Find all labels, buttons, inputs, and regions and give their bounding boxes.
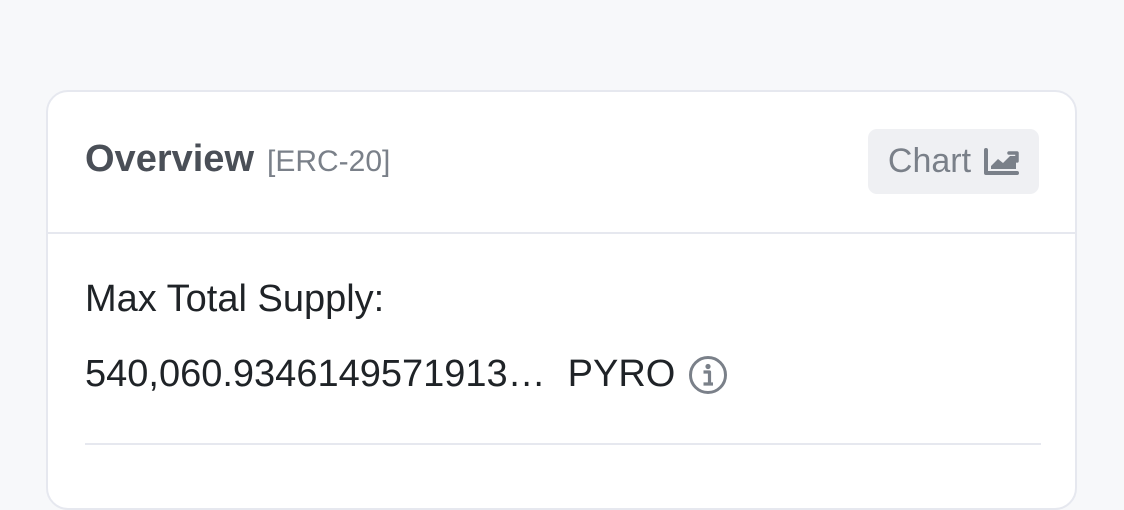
area-chart-icon	[984, 147, 1020, 175]
info-circle-icon[interactable]	[688, 355, 728, 395]
section-divider	[85, 443, 1041, 445]
overview-title: Overview	[85, 138, 254, 180]
card-header: Overview [ERC-20] Chart	[48, 92, 1075, 234]
max-total-supply-row: 540,060.9346149571913… PYRO	[85, 353, 728, 396]
token-standard-label: [ERC-20]	[267, 145, 391, 178]
chart-button-label: Chart	[887, 142, 972, 180]
token-symbol: PYRO	[567, 353, 676, 395]
card-title: Overview [ERC-20]	[85, 138, 390, 181]
chart-button[interactable]: Chart	[868, 129, 1039, 194]
max-total-supply-value: 540,060.9346149571913…	[85, 353, 546, 395]
overview-card: Overview [ERC-20] Chart Max Total Supply…	[46, 90, 1077, 510]
max-total-supply-label: Max Total Supply:	[85, 278, 385, 320]
